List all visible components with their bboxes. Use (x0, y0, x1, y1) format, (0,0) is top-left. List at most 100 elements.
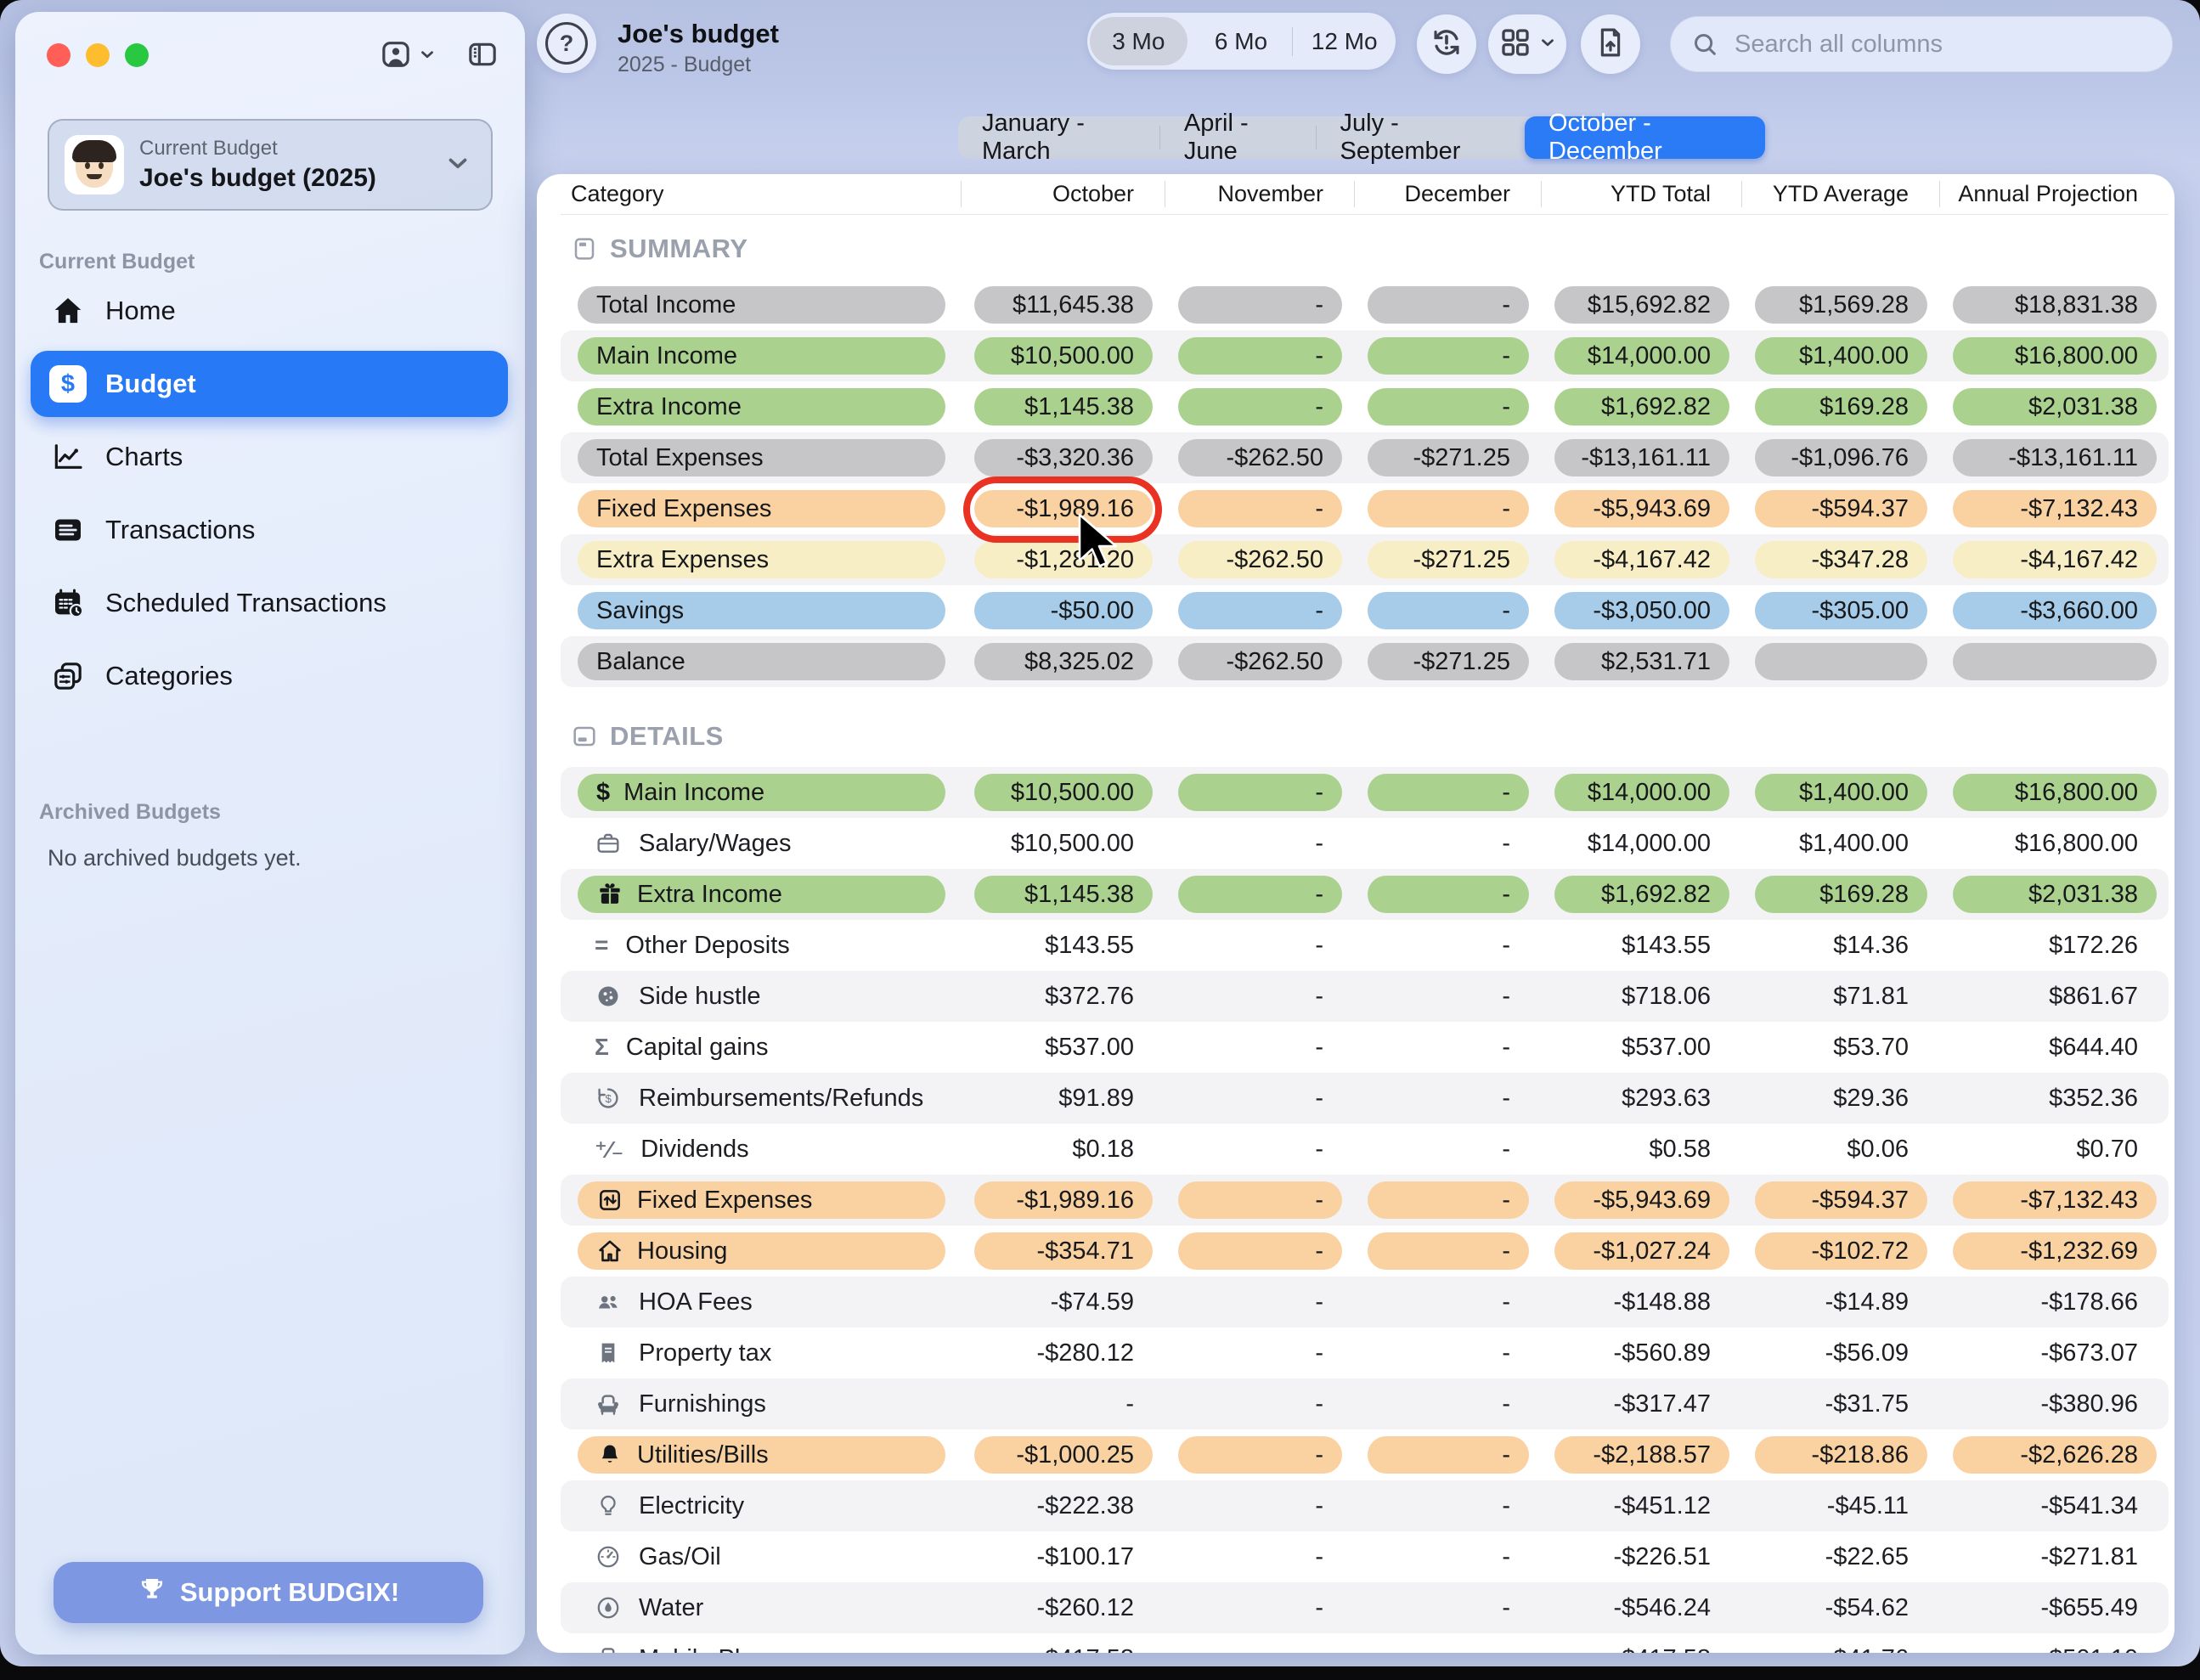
category-cell[interactable]: Electricity (561, 1480, 961, 1531)
table-row-total-expenses[interactable]: Total Expenses-$3,320.36-$262.50-$271.25… (561, 432, 2169, 483)
value-cell[interactable]: -$2,626.28 (1939, 1429, 2169, 1480)
value-cell[interactable]: - (1354, 1429, 1541, 1480)
value-cell[interactable]: $861.67 (1939, 971, 2169, 1022)
value-cell[interactable]: - (1165, 920, 1354, 971)
value-cell[interactable]: -$347.28 (1741, 534, 1939, 585)
value-cell[interactable]: - (1354, 279, 1541, 330)
table-row-gas-oil[interactable]: Gas/Oil-$100.17---$226.51-$22.65-$271.81 (561, 1531, 2169, 1582)
value-cell[interactable]: $29.36 (1741, 1073, 1939, 1124)
category-cell[interactable]: Extra Expenses (561, 534, 961, 585)
value-cell[interactable]: - (1354, 1582, 1541, 1633)
value-cell[interactable]: $0.58 (1541, 1124, 1741, 1175)
value-cell[interactable]: -$226.51 (1541, 1531, 1741, 1582)
value-cell[interactable]: $1,145.38 (961, 381, 1165, 432)
value-cell[interactable]: - (1165, 1022, 1354, 1073)
tab-january-march[interactable]: January - March (958, 116, 1159, 159)
value-cell[interactable]: -$541.34 (1939, 1480, 2169, 1531)
sidebar-item-transactions[interactable]: Transactions (31, 497, 508, 563)
category-cell[interactable]: Balance (561, 636, 961, 687)
value-cell[interactable]: -$262.50 (1165, 432, 1354, 483)
value-cell[interactable]: -$451.12 (1541, 1480, 1741, 1531)
category-cell[interactable]: =Other Deposits (561, 920, 961, 971)
value-cell[interactable]: $8,325.02 (961, 636, 1165, 687)
table-row-reimbursements-refunds[interactable]: $Reimbursements/Refunds$91.89--$293.63$2… (561, 1073, 2169, 1124)
value-cell[interactable]: $14.36 (1741, 920, 1939, 971)
column-header-category[interactable]: Category (561, 174, 961, 214)
sidebar-item-home[interactable]: Home (31, 278, 508, 344)
value-cell[interactable]: $537.00 (1541, 1022, 1741, 1073)
value-cell[interactable]: - (1165, 330, 1354, 381)
value-cell[interactable]: -$594.37 (1741, 1175, 1939, 1226)
table-row-water[interactable]: Water-$260.12---$546.24-$54.62-$655.49 (561, 1582, 2169, 1633)
value-cell[interactable]: -$5,943.69 (1541, 483, 1741, 534)
category-cell[interactable]: Total Expenses (561, 432, 961, 483)
table-row-savings[interactable]: Savings-$50.00---$3,050.00-$305.00-$3,66… (561, 585, 2169, 636)
value-cell[interactable]: $372.76 (961, 971, 1165, 1022)
value-cell[interactable]: - (1354, 971, 1541, 1022)
value-cell[interactable]: -$4,167.42 (1541, 534, 1741, 585)
value-cell[interactable]: - (1354, 1226, 1541, 1277)
range-option-6-mo[interactable]: 6 Mo (1190, 13, 1293, 70)
value-cell[interactable]: - (1354, 1633, 1541, 1653)
table-row-fixed-expenses[interactable]: Fixed Expenses-$1,989.16---$5,943.69-$59… (561, 1175, 2169, 1226)
value-cell[interactable]: $1,400.00 (1741, 330, 1939, 381)
close-button[interactable] (47, 43, 71, 67)
value-cell[interactable]: $1,145.38 (961, 869, 1165, 920)
search-input[interactable] (1733, 30, 2135, 59)
value-cell[interactable]: $1,569.28 (1741, 279, 1939, 330)
value-cell[interactable]: -$417.58 (1541, 1633, 1741, 1653)
sidebar-toggle-icon[interactable] (465, 37, 499, 76)
value-cell[interactable]: -$271.25 (1354, 432, 1541, 483)
value-cell[interactable]: -$354.71 (961, 1226, 1165, 1277)
value-cell[interactable]: - (1354, 1531, 1541, 1582)
table-row-balance[interactable]: Balance$8,325.02-$262.50-$271.25$2,531.7… (561, 636, 2169, 687)
column-header-ytd-average[interactable]: YTD Average (1741, 174, 1939, 214)
table-row-property-tax[interactable]: Property tax-$280.12---$560.89-$56.09-$6… (561, 1328, 2169, 1378)
value-cell[interactable]: -$3,320.36 (961, 432, 1165, 483)
category-cell[interactable]: Main Income (561, 330, 961, 381)
value-cell[interactable]: - (1165, 1277, 1354, 1328)
tab-july-september[interactable]: July - September (1317, 116, 1525, 159)
value-cell[interactable]: - (1354, 869, 1541, 920)
value-cell[interactable]: $11,645.38 (961, 279, 1165, 330)
value-cell[interactable]: -$3,660.00 (1939, 585, 2169, 636)
value-cell[interactable]: - (1165, 1328, 1354, 1378)
value-cell[interactable]: - (1165, 971, 1354, 1022)
value-cell[interactable]: $18,831.38 (1939, 279, 2169, 330)
column-header-ytd-total[interactable]: YTD Total (1541, 174, 1741, 214)
table-row-extra-income[interactable]: Extra Income$1,145.38--$1,692.82$169.28$… (561, 869, 2169, 920)
value-cell[interactable]: -$1,281.20 (961, 534, 1165, 585)
table-row-dividends[interactable]: ⁺⁄₋Dividends$0.18--$0.58$0.06$0.70 (561, 1124, 2169, 1175)
value-cell[interactable]: -$271.25 (1354, 636, 1541, 687)
value-cell[interactable]: -$655.49 (1939, 1582, 2169, 1633)
value-cell[interactable] (1741, 636, 1939, 687)
value-cell[interactable]: -$218.86 (1741, 1429, 1939, 1480)
layout-menu-button[interactable] (1488, 14, 1566, 74)
value-cell[interactable]: $537.00 (961, 1022, 1165, 1073)
value-cell[interactable]: - (961, 1378, 1165, 1429)
value-cell[interactable]: - (1165, 767, 1354, 818)
value-cell[interactable]: -$1,232.69 (1939, 1226, 2169, 1277)
category-cell[interactable]: Water (561, 1582, 961, 1633)
value-cell[interactable]: - (1354, 483, 1541, 534)
category-cell[interactable]: HOA Fees (561, 1277, 961, 1328)
sidebar-item-charts[interactable]: Charts (31, 424, 508, 490)
value-cell[interactable]: $143.55 (1541, 920, 1741, 971)
value-cell[interactable]: -$45.11 (1741, 1480, 1939, 1531)
sidebar-item-scheduled-transactions[interactable]: Scheduled Transactions (31, 570, 508, 636)
category-cell[interactable]: Extra Income (561, 381, 961, 432)
value-cell[interactable]: -$417.58 (961, 1633, 1165, 1653)
value-cell[interactable]: $169.28 (1741, 381, 1939, 432)
value-cell[interactable]: -$560.89 (1541, 1328, 1741, 1378)
category-cell[interactable]: Savings (561, 585, 961, 636)
category-cell[interactable]: Furnishings (561, 1378, 961, 1429)
column-header-october[interactable]: October (961, 174, 1165, 214)
value-cell[interactable]: -$271.25 (1354, 534, 1541, 585)
value-cell[interactable]: - (1165, 869, 1354, 920)
table-row-capital-gains[interactable]: ΣCapital gains$537.00--$537.00$53.70$644… (561, 1022, 2169, 1073)
value-cell[interactable]: -$1,000.25 (961, 1429, 1165, 1480)
value-cell[interactable]: - (1165, 381, 1354, 432)
value-cell[interactable]: $91.89 (961, 1073, 1165, 1124)
value-cell[interactable]: - (1354, 381, 1541, 432)
value-cell[interactable]: $1,400.00 (1741, 767, 1939, 818)
